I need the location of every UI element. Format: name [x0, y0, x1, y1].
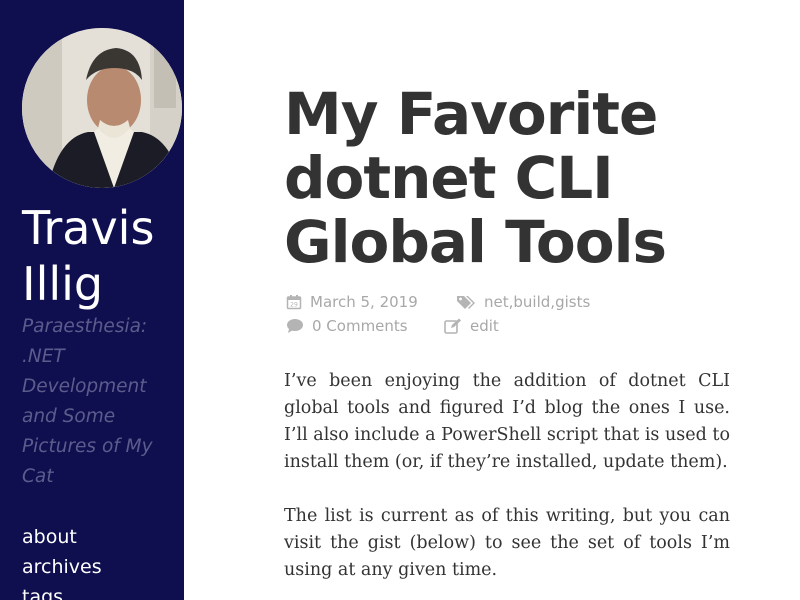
post-paragraph: I’ve been enjoying the addition of dotne… — [284, 371, 730, 472]
tags-icon — [456, 294, 476, 310]
nav-link-archives[interactable]: archives — [22, 556, 102, 578]
edit-link[interactable]: edit — [470, 317, 499, 335]
site-title[interactable]: Travis Illig — [22, 200, 182, 312]
page: Travis Illig Paraesthesia: .NET Developm… — [0, 0, 800, 600]
post-tags: net, build, gists — [456, 293, 590, 311]
edit-icon — [444, 318, 462, 334]
post-edit[interactable]: edit — [444, 317, 499, 335]
post-body: I’ve been enjoying the addition of dotne… — [284, 368, 730, 600]
sidebar: Travis Illig Paraesthesia: .NET Developm… — [0, 0, 184, 600]
post-date: 29 March 5, 2019 — [286, 293, 418, 311]
site-tagline: Paraesthesia: .NET Development and Some … — [22, 316, 153, 487]
svg-text:29: 29 — [290, 302, 298, 309]
post-title: My Favorite dotnet CLI Global Tools — [284, 80, 667, 276]
post-comments[interactable]: 0 Comments — [286, 317, 408, 335]
nav-item-about[interactable]: about — [22, 522, 102, 552]
post-paragraph: The list is current as of this writing, … — [284, 506, 730, 580]
tag-link-gists[interactable]: gists — [555, 293, 590, 311]
nav-item-archives[interactable]: archives — [22, 552, 102, 582]
nav-link-about[interactable]: about — [22, 526, 77, 548]
calendar-icon: 29 — [286, 294, 302, 310]
nav-link-tags[interactable]: tags — [22, 586, 63, 600]
sidebar-nav: about archives tags — [22, 522, 102, 600]
tag-link-build[interactable]: build — [513, 293, 550, 311]
nav-item-tags[interactable]: tags — [22, 582, 102, 600]
comment-icon — [286, 318, 304, 334]
comments-link[interactable]: 0 Comments — [312, 317, 408, 335]
avatar[interactable] — [22, 28, 182, 188]
tag-link-net[interactable]: net — [484, 293, 509, 311]
post-date-text: March 5, 2019 — [310, 293, 418, 311]
